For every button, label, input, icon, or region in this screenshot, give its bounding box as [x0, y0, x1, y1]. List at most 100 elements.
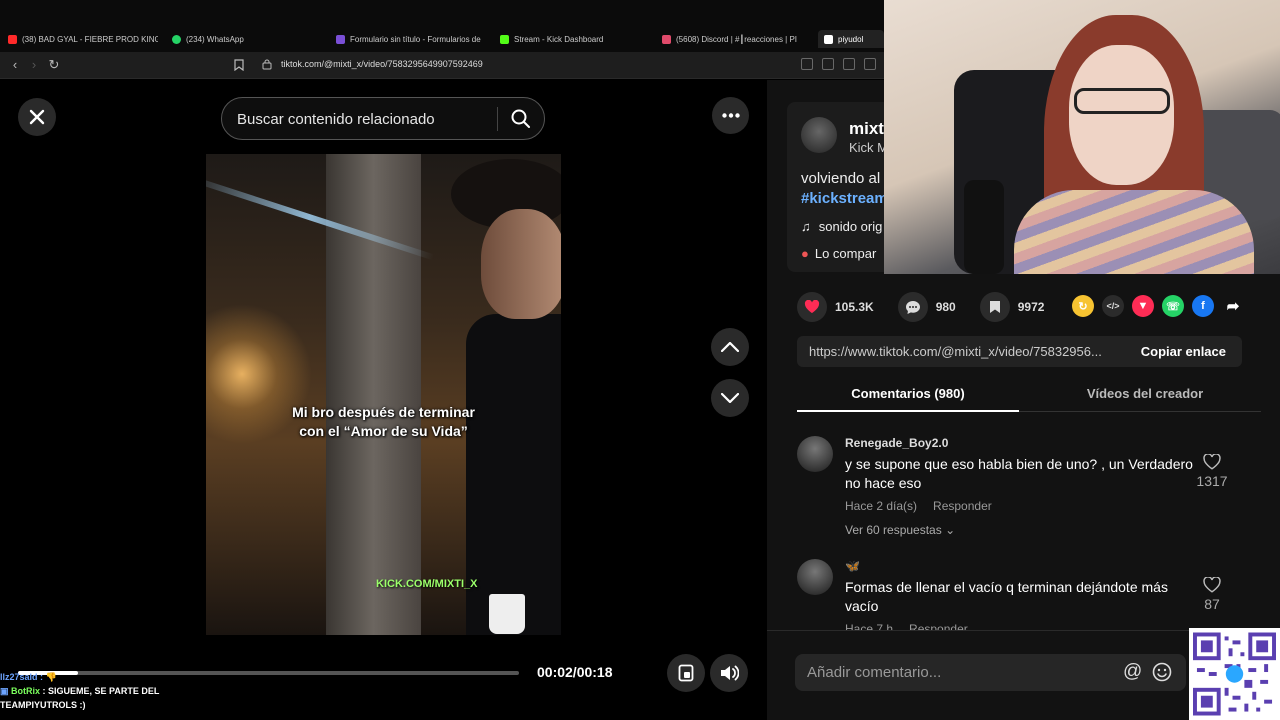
tiktok-icon: [824, 34, 833, 44]
mini-player-button[interactable]: [667, 654, 705, 692]
tab-youtube[interactable]: (38) BAD GYAL - FIEBRE PROD KING: [8, 30, 158, 48]
chevron-up-icon: [721, 342, 739, 352]
extension-icon[interactable]: [822, 58, 834, 70]
heart-icon: [804, 300, 820, 313]
mention-icon[interactable]: @: [1123, 661, 1142, 683]
tab-whatsapp[interactable]: (234) WhatsApp: [172, 30, 322, 48]
more-options-button[interactable]: [712, 97, 749, 134]
whatsapp-icon[interactable]: ☏: [1162, 295, 1184, 317]
comment-like-count: 87: [1204, 596, 1220, 612]
copy-link-button[interactable]: Copiar enlace: [1141, 344, 1226, 359]
comment-username[interactable]: 🦋: [845, 559, 860, 573]
close-button[interactable]: [18, 98, 56, 136]
next-video-button[interactable]: [711, 379, 749, 417]
music-note-icon: ♫: [801, 219, 811, 234]
comment-like-button[interactable]: 1317: [1195, 453, 1229, 489]
back-icon[interactable]: ‹: [7, 57, 23, 73]
repost-icon[interactable]: ↻: [1072, 295, 1094, 317]
comment-like-count: 1317: [1196, 473, 1228, 489]
chat-username: llz27sald :: [0, 672, 44, 682]
comment-item: 🦋 Formas de llenar el vacío q terminan d…: [797, 559, 1242, 631]
chevron-down-icon: [721, 393, 739, 403]
video-player: Buscar contenido relacionado Mi bro desp…: [0, 80, 767, 720]
like-button[interactable]: 105.3K: [797, 292, 874, 322]
comment-text: Formas de llenar el vacío q terminan dej…: [845, 579, 1168, 614]
share-link[interactable]: https://www.tiktok.com/@mixti_x/video/75…: [809, 344, 1124, 359]
video-caption: Mi bro después de terminar con el “Amor …: [292, 404, 475, 439]
active-tab-indicator: [797, 410, 1019, 412]
tab-creator-videos[interactable]: Vídeos del creador: [1029, 386, 1261, 401]
comment-username[interactable]: Renegade_Boy2.0: [845, 436, 948, 450]
creator-name[interactable]: mixti: [849, 119, 889, 139]
engagement-stats: 105.3K 980 9972: [797, 292, 1068, 322]
chevron-down-icon: ⌄: [945, 523, 956, 537]
discord-icon: [662, 34, 671, 44]
comment-avatar[interactable]: [797, 559, 833, 595]
chat-message: : SIGUEME, SE PARTE DEL: [42, 686, 160, 696]
video-watermark: KICK.COM/MIXTI_X: [376, 578, 478, 590]
comment-item: Renegade_Boy2.0 y se supone que eso habl…: [797, 436, 1242, 546]
close-icon: [29, 109, 45, 125]
reload-icon[interactable]: ↻: [46, 57, 62, 73]
panel-tabs: Comentarios (980) Vídeos del creador: [797, 378, 1261, 412]
emoji-icon[interactable]: [1152, 662, 1172, 682]
comment-button[interactable]: 980: [897, 292, 956, 322]
search-icon[interactable]: [510, 108, 532, 130]
share-options: ↻ </> ▼ ☏ f ➦: [1072, 295, 1244, 317]
add-comment-input[interactable]: Añadir comentario... @: [795, 654, 1186, 691]
hashtag-link[interactable]: #kickstream: [801, 190, 888, 207]
extension-icon[interactable]: [801, 58, 813, 70]
stream-chat-overlay: llz27sald : 👎 ▣ BotRix : SIGUEME, SE PAR…: [0, 670, 260, 712]
forms-icon: [336, 34, 345, 44]
comment-avatar[interactable]: [797, 436, 833, 472]
url-field[interactable]: tiktok.com/@mixti_x/video/75832956499075…: [281, 59, 483, 69]
comment-like-button[interactable]: 87: [1195, 576, 1229, 612]
chat-username: BotRix: [11, 686, 41, 696]
comment-icon: [905, 300, 920, 314]
volume-icon: [721, 665, 739, 681]
tab-forms[interactable]: Formulario sin título - Formularios de: [336, 30, 484, 48]
heart-outline-icon: [1203, 453, 1221, 470]
divider: [497, 107, 498, 131]
extension-icon[interactable]: [843, 58, 855, 70]
share-arrow-icon[interactable]: ➦: [1222, 295, 1244, 317]
address-bar: ‹ › ↻ tiktok.com/@mixti_x/video/75832956…: [0, 52, 884, 79]
webcam-overlay: [884, 0, 1280, 274]
tab-discord[interactable]: (5608) Discord | #┃reacciones | PI: [662, 30, 810, 48]
reply-button[interactable]: Responder: [933, 499, 992, 513]
tab-tiktok-active[interactable]: piyudol: [818, 30, 884, 48]
translate-icon[interactable]: [864, 58, 876, 70]
creator-subtitle: Kick M: [849, 140, 888, 155]
bookmark-icon: [989, 301, 1000, 313]
save-count: 9972: [1017, 300, 1045, 314]
kick-icon: [500, 34, 509, 44]
send-icon[interactable]: ▼: [1132, 295, 1154, 317]
more-icon: [721, 113, 740, 118]
extension-icons: [801, 58, 884, 70]
facebook-icon[interactable]: f: [1192, 295, 1214, 317]
view-replies-button[interactable]: Ver 60 respuestas ⌄: [845, 523, 955, 537]
video-frame[interactable]: Mi bro después de terminar con el “Amor …: [206, 154, 561, 635]
forward-icon[interactable]: ›: [26, 57, 42, 73]
previous-video-button[interactable]: [711, 328, 749, 366]
embed-icon[interactable]: </>: [1102, 295, 1124, 317]
bookmark-icon[interactable]: [234, 59, 244, 71]
sound-link[interactable]: ♫ sonido orig: [801, 219, 882, 234]
share-link-row: https://www.tiktok.com/@mixti_x/video/75…: [797, 336, 1242, 367]
shared-avatars-icon: ●: [801, 246, 809, 261]
comment-meta: Hace 2 día(s) Responder: [845, 499, 992, 513]
search-placeholder: Buscar contenido relacionado: [237, 111, 435, 128]
tab-comments[interactable]: Comentarios (980): [797, 386, 1019, 401]
save-button[interactable]: 9972: [979, 292, 1045, 322]
like-count: 105.3K: [835, 300, 874, 314]
volume-button[interactable]: [710, 654, 748, 692]
heart-outline-icon: [1203, 576, 1221, 593]
creator-avatar[interactable]: [801, 117, 837, 153]
add-comment-placeholder: Añadir comentario...: [807, 664, 942, 681]
chat-emote: 👎: [45, 672, 57, 682]
related-search-input[interactable]: Buscar contenido relacionado: [221, 97, 545, 140]
tab-kick-dashboard[interactable]: Stream - Kick Dashboard: [500, 30, 648, 48]
whatsapp-icon: [172, 34, 181, 44]
site-info-icon[interactable]: [262, 59, 272, 70]
shared-by: ● Lo compar: [801, 246, 877, 261]
